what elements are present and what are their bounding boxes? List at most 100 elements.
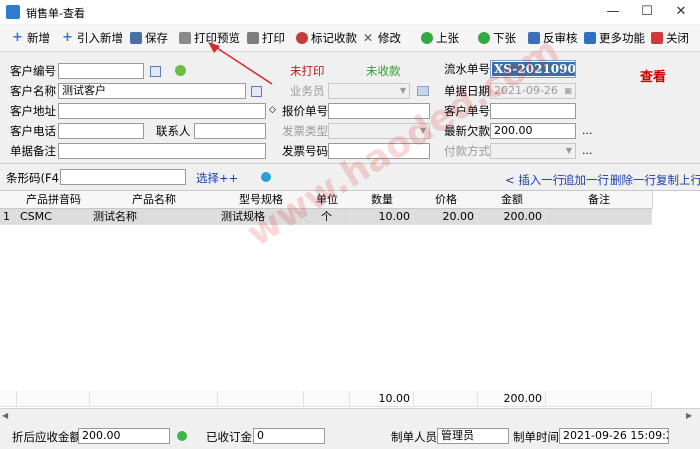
delete-row-link[interactable]: 删除一行 xyxy=(610,172,656,188)
deposit-input[interactable]: 0 xyxy=(253,428,325,444)
create-time-input[interactable]: 2021-09-26 15:09:23 xyxy=(559,428,669,444)
close-icon xyxy=(651,32,663,44)
close-window-button[interactable]: ✕ xyxy=(664,0,698,24)
import-new-button[interactable]: + 引入新增 xyxy=(62,29,123,47)
pay-method-select[interactable]: ▼ xyxy=(490,143,576,159)
deposit-label: 已收订金 xyxy=(206,430,252,444)
more-functions-button[interactable]: 更多功能 xyxy=(584,29,645,47)
column-header[interactable]: 产品名称 xyxy=(90,191,219,209)
select-plus-link[interactable]: 选择++ xyxy=(196,170,238,186)
customer-phone-label: 客户电话 xyxy=(10,124,56,138)
total-quantity: 10.00 xyxy=(350,391,414,407)
discount-total-label: 折后应收金额 xyxy=(12,430,81,444)
price-cell[interactable]: 20.00 xyxy=(414,209,478,225)
totals-cell xyxy=(0,391,17,407)
minimize-button[interactable]: — xyxy=(596,0,630,24)
status-dot-icon xyxy=(177,431,187,441)
column-header[interactable]: 备注 xyxy=(546,191,653,209)
copy-row-link[interactable]: 复制上行 xyxy=(656,172,700,188)
salesperson-label: 业务员 xyxy=(290,84,325,98)
customer-address-input[interactable] xyxy=(58,103,266,119)
maximize-button[interactable]: ☐ xyxy=(630,0,664,24)
insert-row-link[interactable]: < 插入一行 xyxy=(505,172,564,188)
view-mode-label: 查看 xyxy=(640,70,667,85)
pay-method-label: 付款方式 xyxy=(444,144,490,158)
print-preview-icon xyxy=(179,32,191,44)
edit-button[interactable]: ✕ 修改 xyxy=(363,29,401,47)
title-bar: 销售单-查看 — ☐ ✕ xyxy=(0,0,700,24)
add-customer-icon[interactable] xyxy=(175,65,186,76)
contact-input[interactable] xyxy=(194,123,266,139)
window-title: 销售单-查看 xyxy=(26,7,85,20)
link-icon[interactable] xyxy=(417,86,429,96)
totals-cell xyxy=(414,391,478,407)
latest-debt-more-button[interactable]: ... xyxy=(582,124,593,137)
totals-cell xyxy=(304,391,350,407)
arrow-up-icon xyxy=(421,32,433,44)
save-button[interactable]: 保存 xyxy=(130,29,168,47)
next-button[interactable]: 下张 xyxy=(478,29,516,47)
quote-no-label: 报价单号 xyxy=(282,104,328,118)
note-cell[interactable] xyxy=(546,209,652,225)
creator-input[interactable]: 管理员 xyxy=(437,428,509,444)
totals-cell xyxy=(17,391,90,407)
code-cell[interactable]: CSMC xyxy=(17,209,90,225)
create-time-label: 制单时间 xyxy=(513,430,559,444)
contact-label: 联系人 xyxy=(156,124,191,138)
total-amount: 200.00 xyxy=(478,391,546,407)
mark-paid-button[interactable]: 标记收款 xyxy=(296,29,357,47)
amount-cell[interactable]: 200.00 xyxy=(478,209,546,225)
remark-input[interactable] xyxy=(58,143,266,159)
dropdown-arrow-icon: ▼ xyxy=(565,146,572,155)
plus-icon: + xyxy=(62,30,73,45)
scroll-right-icon[interactable]: ▶ xyxy=(686,411,692,420)
floppy-disk-icon xyxy=(130,32,142,44)
salesperson-select[interactable]: ▼ xyxy=(328,83,410,99)
latest-debt-input[interactable]: 200.00 xyxy=(490,123,576,139)
column-header[interactable]: 价格 xyxy=(414,191,479,209)
product-table: 产品拼音码 产品名称 型号规格 单位 数量 价格 金额 备注 1 CSMC 测试… xyxy=(0,190,700,409)
payment-status: 未收款 xyxy=(366,64,401,78)
globe-icon[interactable] xyxy=(261,172,271,182)
horizontal-scrollbar[interactable]: ◀ ▶ xyxy=(0,408,700,423)
grid-icon xyxy=(584,32,596,44)
invoice-no-label: 发票号码 xyxy=(282,144,328,158)
print-status: 未打印 xyxy=(290,64,325,78)
pay-method-more-button[interactable]: ... xyxy=(582,144,593,157)
customer-phone-input[interactable] xyxy=(58,123,144,139)
new-button[interactable]: + 新增 xyxy=(12,29,50,47)
plus-icon: + xyxy=(12,30,23,45)
totals-cell xyxy=(90,391,218,407)
barcode-label: 条形码(F4) xyxy=(6,171,64,185)
colored-dots-icon xyxy=(296,32,308,44)
diamond-icon: ◇ xyxy=(269,105,276,115)
totals-cell xyxy=(218,391,304,407)
previous-button[interactable]: 上张 xyxy=(421,29,459,47)
app-icon xyxy=(6,5,20,19)
quantity-cell[interactable]: 10.00 xyxy=(350,209,414,225)
customer-name-input[interactable]: 测试客户 xyxy=(58,83,246,99)
totals-cell xyxy=(546,391,652,407)
customer-address-label: 客户地址 xyxy=(10,104,56,118)
search-icon[interactable] xyxy=(150,66,161,77)
column-header[interactable]: 数量 xyxy=(350,191,415,209)
totals-row: 10.00 200.00 xyxy=(0,391,652,407)
creator-label: 制单人员 xyxy=(391,430,437,444)
close-button[interactable]: 关闭 xyxy=(651,29,689,47)
name-cell[interactable]: 测试名称 xyxy=(90,209,218,225)
calendar-icon: ▦ xyxy=(564,86,572,95)
column-header[interactable]: 产品拼音码 xyxy=(17,191,91,209)
barcode-input[interactable] xyxy=(60,169,186,185)
scroll-left-icon[interactable]: ◀ xyxy=(2,411,8,420)
append-row-link[interactable]: 追加一行 xyxy=(563,172,609,188)
row-index-header xyxy=(0,191,18,209)
arrow-down-icon xyxy=(478,32,490,44)
dropdown-arrow-icon: ▼ xyxy=(399,86,406,95)
customer-doc-input[interactable] xyxy=(490,103,576,119)
customer-code-input[interactable] xyxy=(58,63,144,79)
search-icon[interactable] xyxy=(251,86,262,97)
row-index-cell: 1 xyxy=(0,209,17,225)
customer-name-label: 客户名称 xyxy=(10,84,56,98)
discount-total-input[interactable]: 200.00 xyxy=(78,428,170,444)
column-header[interactable]: 金额 xyxy=(478,191,547,209)
